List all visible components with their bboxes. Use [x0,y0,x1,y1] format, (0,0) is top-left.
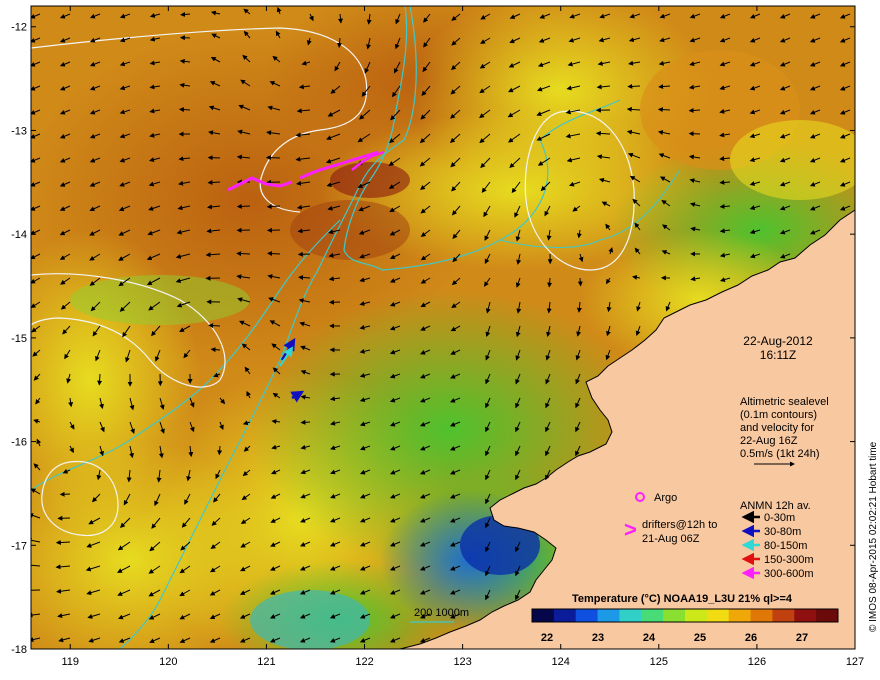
credit-label: © IMOS 08-Apr-2015 02:02:21 Hobart time [868,441,879,632]
velocity-arrow [55,539,71,545]
colorbar-tick-label: 24 [643,632,656,644]
velocity-arrow [627,83,641,89]
depth-label: 0-30m [764,512,795,524]
velocity-arrow [267,251,281,257]
colorbar-swatch [553,609,577,622]
colorbar-swatch [750,609,773,622]
velocity-arrow [97,373,103,386]
colorbar-swatch [619,609,642,622]
x-tick-label: 127 [846,656,864,668]
x-tick-label: 122 [355,656,373,668]
y-tick-label: -13 [11,125,27,137]
altimetry-line-2: (0.1m contours) [740,409,817,421]
x-tick-label: 123 [453,656,471,668]
colorbar-swatch [597,609,620,622]
velocity-arrow [217,445,223,456]
y-tick-label: -12 [11,22,27,34]
depth-label: 30-80m [764,526,801,538]
altimetry-line-3: and velocity for [740,422,814,434]
velocity-arrow [577,277,583,287]
y-tick-label: -17 [11,540,27,552]
colorbar-swatch [794,609,817,622]
velocity-arrow [208,323,221,329]
velocity-arrow [236,203,251,209]
argo-label: Argo [654,492,677,504]
velocity-arrow [265,155,281,161]
x-tick-label: 126 [748,656,766,668]
anmn-title: ANMN 12h av. [740,500,811,512]
colorbar-swatch [663,609,686,622]
y-tick-label: -16 [11,437,27,449]
isobath-label: 200 1000m [414,607,469,619]
colorbar-swatch [575,609,599,622]
altimetry-line-4: 22-Aug 16Z [740,435,798,447]
altimetry-line-5: 0.5m/s (1kt 24h) [740,448,819,460]
colorbar-title: Temperature (°C) NOAA19_L3U 21% ql>=4 [572,593,793,605]
x-tick-label: 125 [650,656,668,668]
colorbar-swatch [772,609,795,622]
colorbar-tick-label: 23 [592,632,604,644]
x-tick-label: 119 [61,656,79,668]
velocity-arrow [657,107,671,113]
colorbar-tick-label: 25 [694,632,706,644]
colorbar-swatch [685,609,708,622]
date-label: 22-Aug-2012 [743,334,813,348]
y-tick-label: -15 [11,333,27,345]
colorbar-tick-label: 27 [796,632,808,644]
velocity-arrow [59,491,71,497]
x-tick-label: 120 [159,656,177,668]
velocity-arrow [300,419,311,425]
colorbar-swatch [532,609,555,622]
colorbar-swatch [706,609,730,622]
drifter-symbol: > [624,517,637,542]
colorbar-swatch [816,609,839,622]
y-tick-label: -18 [11,644,27,656]
colorbar-tick-label: 26 [745,632,757,644]
depth-label: 300-600m [764,568,814,580]
altimetry-line-1: Altimetric sealevel [740,396,829,408]
x-tick-label: 124 [552,656,570,668]
drifters-line-1: drifters@12h to [642,519,717,531]
colorbar-tick-label: 22 [541,632,553,644]
drifters-line-2: 21-Aug 06Z [642,533,700,545]
x-tick-label: 121 [257,656,275,668]
velocity-arrow [236,251,251,257]
colorbar-swatch [641,609,664,622]
colorbar-swatch [728,609,752,622]
sst-map: 119 120 121 122 123 124 125 126 127 -12 -13 -14 -15 -… [11,5,879,668]
depth-label: 150-300m [764,554,814,566]
depth-label: 80-150m [764,540,807,552]
colorbar-swatches [532,609,839,622]
velocity-arrow [207,179,221,185]
y-tick-label: -14 [11,229,27,241]
time-label: 16:11Z [760,348,796,362]
